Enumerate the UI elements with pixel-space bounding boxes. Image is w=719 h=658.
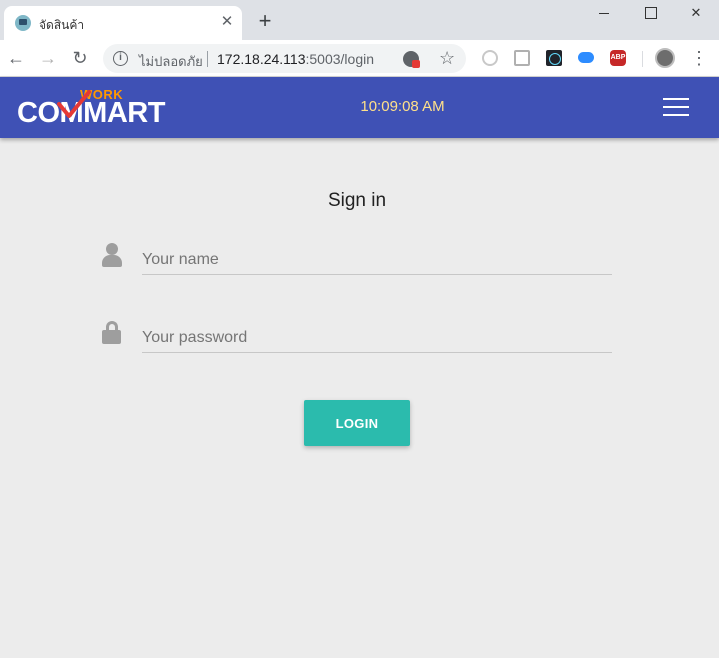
profile-avatar[interactable] xyxy=(655,48,675,68)
toolbar-divider xyxy=(642,51,643,67)
hamburger-bar xyxy=(663,114,689,116)
browser-tab-strip: จัดสินค้า ✕ + ✕ xyxy=(0,0,719,40)
more-vert-icon[interactable]: ⋮ xyxy=(690,46,708,70)
new-tab-button[interactable]: + xyxy=(254,10,276,33)
logo-checkmark-icon xyxy=(57,90,91,118)
site-favicon-icon xyxy=(15,15,31,31)
adblock-plus-icon[interactable]: ABP xyxy=(610,50,626,66)
cookies-blocked-icon[interactable] xyxy=(403,51,420,68)
login-button[interactable]: LOGIN xyxy=(304,400,410,446)
browser-tab[interactable]: จัดสินค้า ✕ xyxy=(4,6,242,40)
url-path: :5003/login xyxy=(305,51,375,67)
ext-trello-icon[interactable] xyxy=(514,50,530,66)
clock-display: 10:09:08 AM xyxy=(360,98,445,115)
hamburger-bar xyxy=(663,106,689,108)
hamburger-menu-icon[interactable] xyxy=(663,97,689,117)
window-maximize-button[interactable] xyxy=(627,0,673,28)
window-minimize-button[interactable] xyxy=(581,0,627,28)
security-status-label[interactable]: ไม่ปลอดภัย xyxy=(139,51,203,72)
name-input[interactable] xyxy=(142,245,612,275)
url-text[interactable]: 172.18.24.113:5003/login xyxy=(217,51,374,67)
reload-icon[interactable]: ↻ xyxy=(68,46,92,70)
lock-icon xyxy=(101,321,123,347)
omnibox-divider xyxy=(207,51,208,67)
window-close-button[interactable]: ✕ xyxy=(673,0,719,28)
cloud-icon[interactable] xyxy=(578,52,594,63)
page-title: Sign in xyxy=(327,190,387,211)
user-icon xyxy=(101,243,123,269)
back-arrow-icon[interactable]: ← xyxy=(4,46,28,70)
tab-title: จัดสินค้า xyxy=(39,18,85,32)
forward-arrow-icon[interactable]: → xyxy=(36,46,60,70)
address-bar[interactable]: i ไม่ปลอดภัย 172.18.24.113:5003/login ☆ xyxy=(103,44,466,73)
tab-close-icon[interactable]: ✕ xyxy=(219,14,235,30)
react-devtools-icon[interactable] xyxy=(546,50,562,66)
password-input[interactable] xyxy=(142,323,612,353)
star-icon[interactable]: ☆ xyxy=(439,48,455,69)
browser-toolbar: ← → ↻ i ไม่ปลอดภัย 172.18.24.113:5003/lo… xyxy=(0,40,719,77)
hamburger-bar xyxy=(663,98,689,100)
url-host: 172.18.24.113 xyxy=(217,51,306,67)
commart-logo[interactable]: WORK COMMART xyxy=(17,87,165,129)
info-icon[interactable]: i xyxy=(113,51,128,66)
ext-circle-icon[interactable] xyxy=(482,50,498,66)
app-header: WORK COMMART 10:09:08 AM xyxy=(0,77,719,138)
